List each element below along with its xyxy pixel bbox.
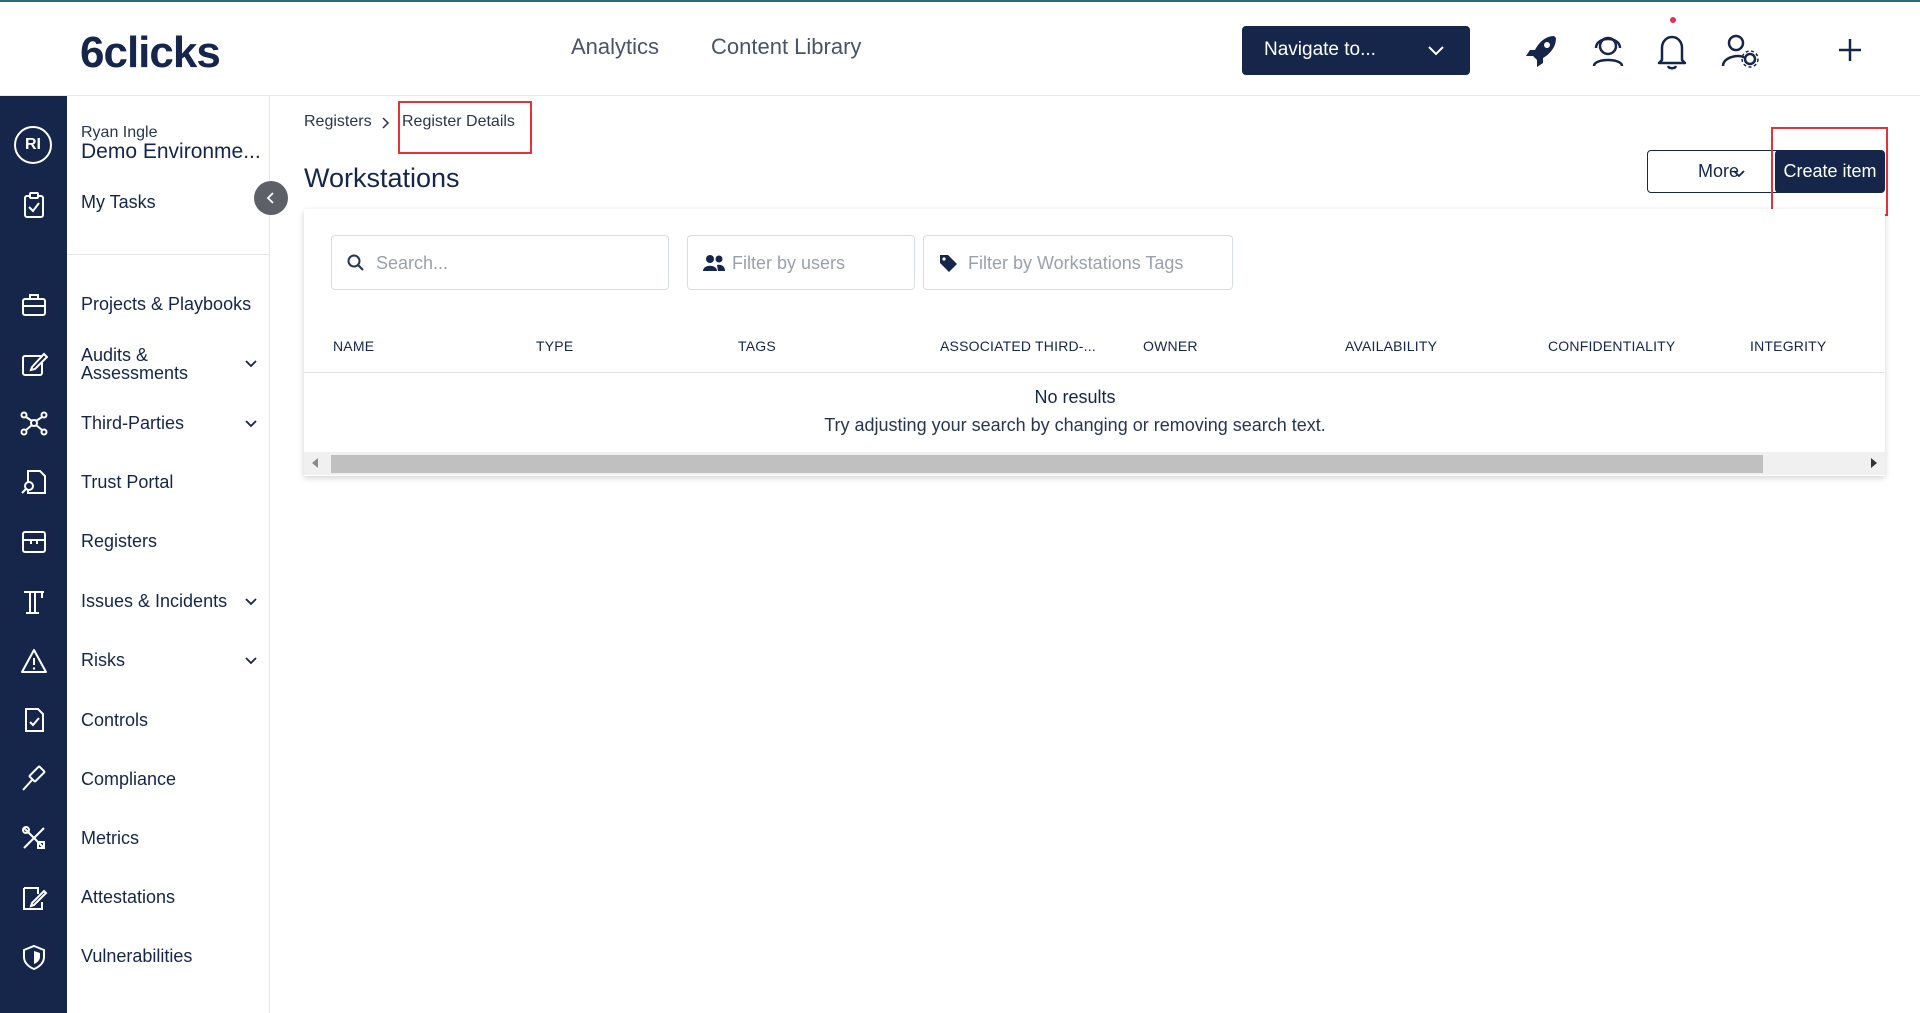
sidebar-item-metrics[interactable]: Metrics bbox=[81, 829, 139, 847]
rocket-icon[interactable] bbox=[1520, 28, 1564, 72]
highlight-box-create-item bbox=[1771, 127, 1888, 216]
sidebar-item-risks[interactable]: Risks bbox=[81, 651, 125, 669]
sidebar-item-audits-assessments[interactable]: Audits & Assessments bbox=[81, 346, 188, 382]
column-header-confidentiality[interactable]: CONFIDENTIALITY bbox=[1548, 338, 1675, 354]
chevron-down-icon[interactable] bbox=[243, 415, 259, 431]
archive-icon[interactable] bbox=[20, 528, 48, 556]
nav-analytics[interactable]: Analytics bbox=[571, 34, 659, 60]
empty-state-message: Try adjusting your search by changing or… bbox=[824, 415, 1326, 435]
top-header: 6clicks Analytics Content Library Naviga… bbox=[0, 0, 1920, 96]
column-header-tags[interactable]: TAGS bbox=[738, 338, 776, 354]
chevron-down-icon[interactable] bbox=[243, 593, 259, 609]
filter-users-input[interactable] bbox=[732, 248, 913, 278]
network-icon[interactable] bbox=[20, 409, 48, 437]
chevron-left-icon bbox=[266, 192, 274, 204]
sidebar-item-third-parties[interactable]: Third-Parties bbox=[81, 414, 184, 432]
sidebar-item-compliance[interactable]: Compliance bbox=[81, 770, 176, 788]
navigate-to-label: Navigate to... bbox=[1264, 39, 1376, 60]
collapse-sidebar-button[interactable] bbox=[254, 181, 288, 215]
search-field[interactable] bbox=[331, 235, 669, 290]
document-check-icon[interactable] bbox=[20, 706, 48, 734]
column-header-type[interactable]: TYPE bbox=[536, 338, 573, 354]
filter-users-field[interactable] bbox=[687, 235, 915, 290]
column-header-name[interactable]: NAME bbox=[333, 338, 374, 354]
signature-icon[interactable] bbox=[20, 884, 48, 912]
scroll-left-arrow-icon[interactable] bbox=[312, 458, 318, 468]
tools-icon[interactable] bbox=[20, 824, 48, 852]
search-icon bbox=[347, 254, 364, 271]
notification-dot bbox=[1670, 17, 1676, 23]
support-agent-icon[interactable] bbox=[1586, 28, 1630, 72]
highlight-box-breadcrumb bbox=[398, 101, 532, 154]
scroll-right-arrow-icon[interactable] bbox=[1871, 458, 1877, 468]
plus-icon[interactable] bbox=[1828, 28, 1872, 72]
filter-tags-field[interactable] bbox=[923, 235, 1233, 290]
document-search-icon[interactable] bbox=[20, 468, 48, 496]
chevron-down-icon bbox=[1733, 170, 1745, 178]
chevron-down-icon bbox=[1428, 46, 1444, 56]
sidebar: Ryan Ingle Demo Environme... My Tasks Pr… bbox=[67, 96, 270, 1013]
navigate-to-dropdown[interactable]: Navigate to... bbox=[1242, 26, 1470, 75]
sidebar-item-controls[interactable]: Controls bbox=[81, 711, 148, 729]
users-icon bbox=[703, 255, 725, 271]
nav-content-library[interactable]: Content Library bbox=[711, 34, 861, 60]
sidebar-item-vulnerabilities[interactable]: Vulnerabilities bbox=[81, 947, 192, 965]
table-header-row: NAME TYPE TAGS ASSOCIATED THIRD-... OWNE… bbox=[304, 317, 1885, 373]
shield-icon[interactable] bbox=[20, 943, 48, 971]
page-title: Workstations bbox=[304, 163, 460, 193]
column-header-integrity[interactable]: INTEGRITY bbox=[1750, 338, 1826, 354]
clipboard-check-icon[interactable] bbox=[20, 191, 48, 219]
icon-rail: RI bbox=[0, 96, 67, 1013]
chevron-right-icon bbox=[382, 117, 390, 129]
sidebar-item-trust-portal[interactable]: Trust Portal bbox=[81, 473, 173, 491]
gavel-icon[interactable] bbox=[20, 765, 48, 793]
tag-icon bbox=[940, 255, 957, 272]
sidebar-item-projects-playbooks[interactable]: Projects & Playbooks bbox=[81, 295, 251, 313]
column-header-owner[interactable]: OWNER bbox=[1143, 338, 1198, 354]
environment-selector[interactable]: Demo Environme... bbox=[81, 140, 261, 164]
column-header-associated-third-parties[interactable]: ASSOCIATED THIRD-... bbox=[940, 338, 1096, 354]
crane-icon[interactable] bbox=[20, 587, 48, 615]
scrollbar-thumb[interactable] bbox=[331, 455, 1763, 473]
search-input[interactable] bbox=[376, 248, 645, 278]
sidebar-item-issues-incidents[interactable]: Issues & Incidents bbox=[81, 592, 227, 610]
warning-icon[interactable] bbox=[20, 647, 48, 675]
sidebar-item-attestations[interactable]: Attestations bbox=[81, 888, 175, 906]
sidebar-item-my-tasks[interactable]: My Tasks bbox=[81, 193, 156, 211]
breadcrumb-registers[interactable]: Registers bbox=[304, 113, 372, 131]
column-header-availability[interactable]: AVAILABILITY bbox=[1345, 338, 1437, 354]
empty-state-title: No results bbox=[1034, 387, 1116, 407]
app-logo[interactable]: 6clicks bbox=[80, 28, 221, 78]
register-table-card: NAME TYPE TAGS ASSOCIATED THIRD-... OWNE… bbox=[304, 209, 1885, 476]
chevron-down-icon[interactable] bbox=[243, 652, 259, 668]
bell-icon[interactable] bbox=[1650, 28, 1694, 72]
user-settings-icon[interactable] bbox=[1718, 28, 1762, 72]
chevron-down-icon[interactable] bbox=[243, 355, 259, 371]
sidebar-divider bbox=[67, 254, 270, 255]
sidebar-item-registers[interactable]: Registers bbox=[81, 532, 157, 550]
edit-icon[interactable] bbox=[20, 350, 48, 378]
avatar[interactable]: RI bbox=[14, 126, 52, 164]
filter-tags-input[interactable] bbox=[968, 248, 1215, 278]
horizontal-scrollbar[interactable] bbox=[304, 452, 1885, 475]
briefcase-icon[interactable] bbox=[20, 291, 48, 319]
